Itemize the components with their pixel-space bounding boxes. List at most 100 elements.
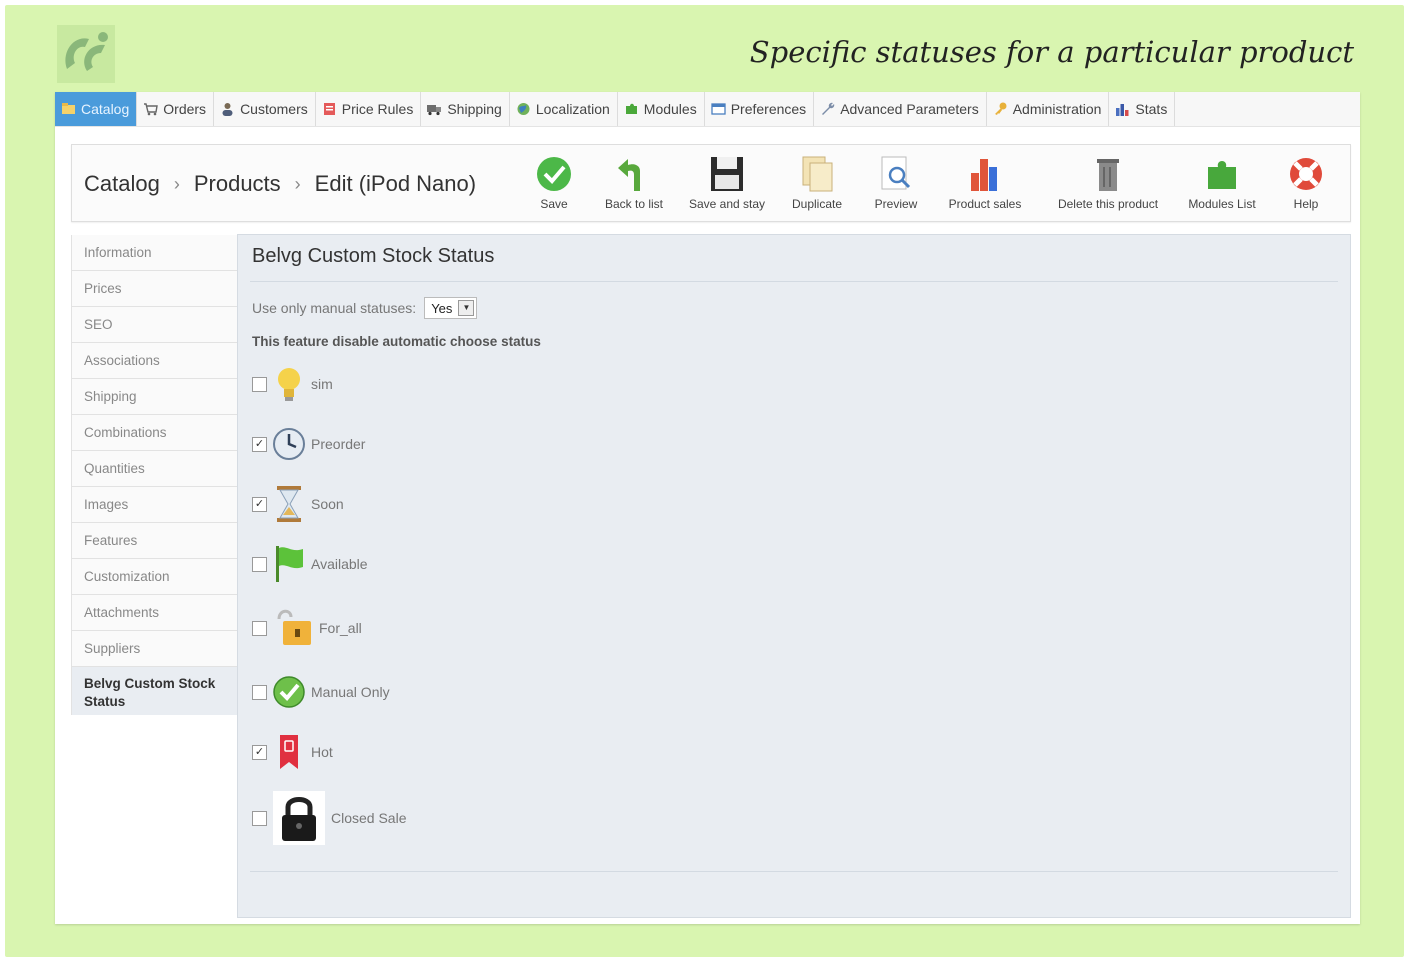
- duplicate-icon: [802, 156, 833, 192]
- status-checkbox[interactable]: ✓: [252, 744, 267, 760]
- menu-catalog[interactable]: Catalog: [55, 92, 138, 126]
- product-sales-label: Product sales: [948, 197, 1022, 211]
- modules-list-button[interactable]: Modules List: [1182, 155, 1262, 211]
- manual-statuses-select[interactable]: Yes ▼: [424, 297, 478, 319]
- panel-footer-divider: [250, 871, 1338, 872]
- product-tabs: Information Prices SEO Associations Ship…: [71, 235, 237, 715]
- breadcrumb-separator-icon: ›: [173, 173, 180, 194]
- back-to-list-label: Back to list: [604, 197, 664, 211]
- save-label: Save: [540, 197, 568, 211]
- status-checkbox[interactable]: ✓: [252, 496, 267, 512]
- tab-seo[interactable]: SEO: [71, 307, 237, 343]
- delete-product-button[interactable]: Delete this product: [1050, 155, 1166, 211]
- orders-icon: [144, 103, 159, 116]
- panel-title: Belvg Custom Stock Status: [252, 245, 495, 267]
- tab-belvg-custom-stock-status[interactable]: Belvg Custom Stock Status: [71, 667, 237, 715]
- puzzle-icon: [1208, 161, 1236, 189]
- manual-statuses-row: Use only manual statuses: Yes ▼: [252, 297, 478, 319]
- preview-button[interactable]: Preview: [868, 155, 924, 211]
- menu-stats[interactable]: Stats: [1109, 92, 1176, 126]
- status-label: Available: [311, 556, 368, 572]
- status-label: Hot: [311, 744, 333, 760]
- menu-preferences[interactable]: Preferences: [705, 92, 815, 126]
- back-to-list-button[interactable]: Back to list: [600, 155, 668, 211]
- status-label: Closed Sale: [331, 810, 407, 826]
- duplicate-label: Duplicate: [791, 197, 843, 211]
- menu-advanced-parameters[interactable]: Advanced Parameters: [814, 92, 987, 126]
- manual-statuses-note: This feature disable automatic choose st…: [252, 334, 541, 349]
- status-row: sim: [252, 365, 333, 403]
- back-arrow-icon: [618, 159, 640, 191]
- help-label: Help: [1293, 197, 1319, 211]
- key-icon: [994, 102, 1007, 115]
- product-sales-button[interactable]: Product sales: [942, 155, 1028, 211]
- status-row: Available: [252, 545, 368, 583]
- lifebuoy-icon: [1290, 158, 1322, 190]
- tab-prices[interactable]: Prices: [71, 271, 237, 307]
- tab-information[interactable]: Information: [71, 235, 237, 271]
- tab-associations[interactable]: Associations: [71, 343, 237, 379]
- tab-features[interactable]: Features: [71, 523, 237, 559]
- menu-label: Price Rules: [341, 101, 414, 117]
- menu-modules[interactable]: Modules: [618, 92, 705, 126]
- status-row: For_all: [252, 609, 362, 647]
- chevron-down-icon: ▼: [458, 300, 475, 316]
- help-button[interactable]: Help: [1284, 155, 1328, 211]
- save-button[interactable]: Save: [532, 155, 576, 211]
- wrench-icon: [822, 102, 835, 115]
- preferences-icon: [711, 103, 726, 115]
- save-and-stay-label: Save and stay: [688, 197, 766, 211]
- customers-icon: [222, 103, 233, 116]
- status-label: Soon: [311, 496, 344, 512]
- open-lock-folder-icon: [277, 609, 311, 645]
- menu-customers[interactable]: Customers: [214, 92, 316, 126]
- delete-product-label: Delete this product: [1057, 197, 1159, 211]
- manual-statuses-value: Yes: [431, 300, 453, 316]
- price-rules-icon: [323, 103, 335, 115]
- menu-label: Localization: [535, 101, 610, 117]
- status-checkbox[interactable]: [252, 810, 267, 826]
- status-checkbox[interactable]: [252, 684, 267, 700]
- menu-label: Modules: [643, 101, 697, 117]
- red-bookmark-icon: [280, 735, 298, 769]
- menu-label: Stats: [1135, 101, 1168, 117]
- status-row: Closed Sale: [252, 791, 407, 845]
- stats-icon: [1116, 104, 1129, 116]
- tab-shipping[interactable]: Shipping: [71, 379, 237, 415]
- status-row: Manual Only: [252, 673, 390, 711]
- hourglass-icon: [277, 486, 301, 522]
- tab-combinations[interactable]: Combinations: [71, 415, 237, 451]
- trash-icon: [1097, 159, 1119, 191]
- save-and-stay-button[interactable]: Save and stay: [682, 155, 772, 211]
- save-check-icon: [537, 157, 571, 191]
- menu-orders[interactable]: Orders: [137, 92, 215, 126]
- status-checkbox[interactable]: [252, 620, 267, 636]
- top-menu: Catalog Orders Customers Price Rules Shi…: [55, 92, 1360, 127]
- tab-suppliers[interactable]: Suppliers: [71, 631, 237, 667]
- status-label: Preorder: [311, 436, 366, 452]
- breadcrumb-catalog[interactable]: Catalog: [84, 171, 160, 197]
- menu-label: Advanced Parameters: [840, 101, 979, 117]
- duplicate-button[interactable]: Duplicate: [786, 155, 848, 211]
- tab-attachments[interactable]: Attachments: [71, 595, 237, 631]
- page-toolbar: Catalog › Products › Edit (iPod Nano) Sa…: [71, 144, 1351, 222]
- modules-list-label: Modules List: [1188, 197, 1256, 211]
- menu-localization[interactable]: Localization: [510, 92, 618, 126]
- breadcrumb-products[interactable]: Products: [194, 171, 281, 197]
- lightbulb-icon: [278, 368, 300, 401]
- bar-chart-icon: [971, 159, 997, 191]
- menu-shipping[interactable]: Shipping: [421, 92, 510, 126]
- green-check-icon: [273, 676, 305, 708]
- status-checkbox[interactable]: ✓: [252, 436, 267, 452]
- manual-statuses-label: Use only manual statuses:: [252, 300, 417, 316]
- tab-quantities[interactable]: Quantities: [71, 451, 237, 487]
- menu-price-rules[interactable]: Price Rules: [316, 92, 422, 126]
- menu-administration[interactable]: Administration: [987, 92, 1110, 126]
- menu-label: Preferences: [730, 101, 807, 117]
- admin-sheet: Catalog Orders Customers Price Rules Shi…: [55, 92, 1360, 924]
- status-checkbox[interactable]: [252, 376, 267, 392]
- tab-images[interactable]: Images: [71, 487, 237, 523]
- status-checkbox[interactable]: [252, 556, 267, 572]
- puzzle-icon: [625, 103, 637, 114]
- tab-customization[interactable]: Customization: [71, 559, 237, 595]
